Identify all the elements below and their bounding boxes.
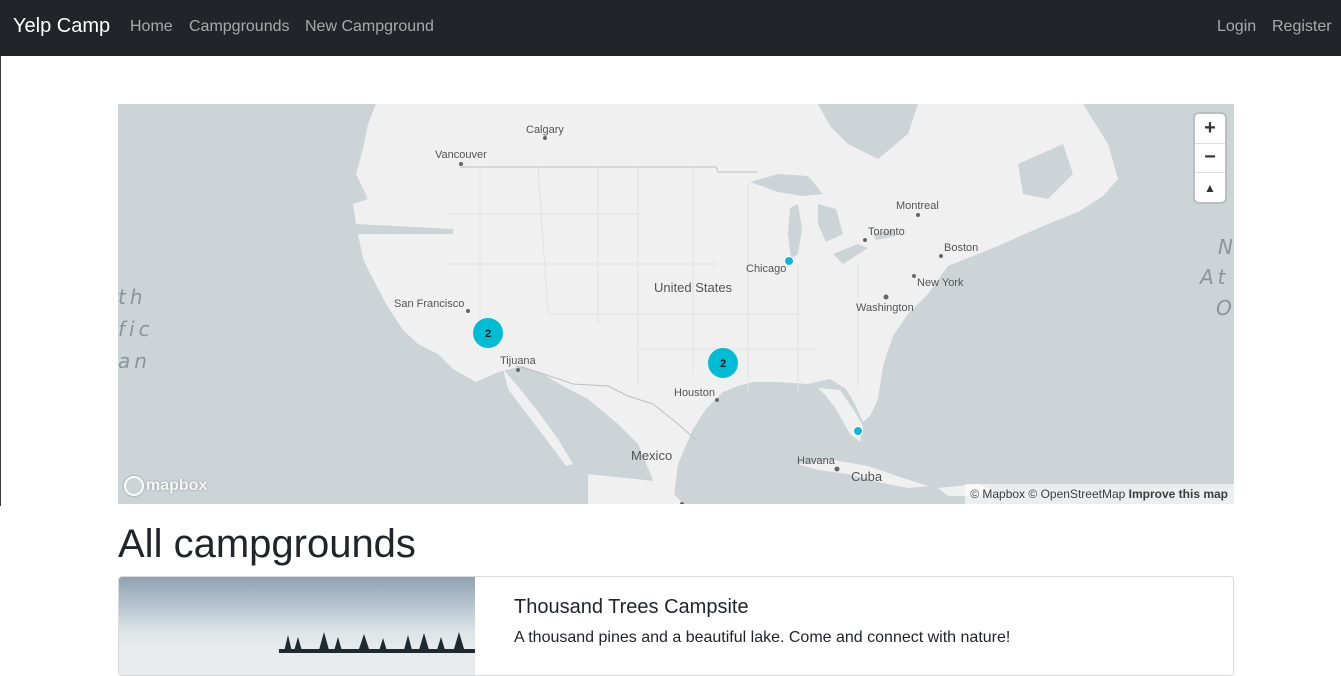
- zoom-out-button[interactable]: −: [1195, 143, 1225, 172]
- campground-marker[interactable]: [853, 426, 863, 436]
- map-label-ocean-3: an: [118, 349, 151, 373]
- campground-image: [119, 577, 475, 675]
- zoom-in-button[interactable]: +: [1195, 114, 1225, 143]
- map-label-cuba: Cuba: [851, 469, 883, 484]
- map-label-vancouver: Vancouver: [435, 149, 487, 161]
- nav-link-home[interactable]: Home: [130, 18, 173, 36]
- nav-link-login[interactable]: Login: [1217, 18, 1256, 36]
- map-label-houston: Houston: [674, 387, 715, 399]
- map-label-calgary: Calgary: [526, 124, 564, 136]
- map-label-montreal: Montreal: [896, 200, 939, 212]
- map-label-ocean-6: O: [1216, 296, 1234, 320]
- map-label-united-states: United States: [654, 280, 733, 295]
- mapbox-logo[interactable]: mapbox: [124, 476, 207, 496]
- campground-marker[interactable]: [784, 256, 794, 266]
- map-label-boston: Boston: [944, 242, 978, 254]
- north-america-land: [353, 104, 1118, 504]
- brand-link[interactable]: Yelp Camp: [13, 15, 110, 38]
- cluster-count: 2: [720, 358, 726, 370]
- improve-map-link[interactable]: Improve this map: [1129, 487, 1228, 501]
- map-label-toronto: Toronto: [868, 226, 905, 238]
- nav-link-register[interactable]: Register: [1272, 18, 1332, 36]
- mapbox-logo-text: mapbox: [146, 477, 208, 494]
- mapbox-logo-icon: [124, 476, 144, 496]
- nav-link-new-campground[interactable]: New Campground: [305, 18, 434, 36]
- map-label-ocean-1: th: [118, 285, 147, 309]
- map-label-ocean-5: At: [1198, 265, 1230, 289]
- cluster-map[interactable]: Calgary Vancouver Montreal Toronto Bosto…: [118, 104, 1234, 504]
- tree-silhouette: [279, 632, 475, 653]
- compass-icon[interactable]: ▲: [1195, 173, 1225, 202]
- campground-card: Thousand Trees Campsite A thousand pines…: [118, 576, 1234, 676]
- navbar: Yelp Camp Home Campgrounds New Campgroun…: [0, 0, 1341, 56]
- map-label-tijuana: Tijuana: [500, 355, 537, 367]
- nav-link-campgrounds[interactable]: Campgrounds: [189, 18, 290, 36]
- map-label-mexico: Mexico: [631, 448, 672, 463]
- map-label-havana: Havana: [797, 455, 836, 467]
- map-label-chicago: Chicago: [746, 263, 786, 275]
- cluster-count: 2: [485, 328, 491, 340]
- campground-title: Thousand Trees Campsite: [514, 596, 749, 618]
- map-label-new-york: New York: [917, 277, 964, 289]
- map-label-washington: Washington: [856, 302, 914, 314]
- page-edge: [0, 56, 1, 506]
- attribution-osm-link[interactable]: © OpenStreetMap: [1028, 487, 1125, 501]
- page-title: All campgrounds: [118, 522, 416, 566]
- map-attribution: © Mapbox © OpenStreetMap Improve this ma…: [965, 484, 1234, 504]
- attribution-mapbox-link[interactable]: © Mapbox: [970, 487, 1025, 501]
- campground-description: A thousand pines and a beautiful lake. C…: [514, 629, 1011, 646]
- navigation-control: + − ▲: [1195, 114, 1225, 202]
- map-label-san-francisco: San Francisco: [394, 298, 464, 310]
- map-label-ocean-2: fic: [118, 317, 154, 341]
- map-label-ocean-4: N: [1218, 235, 1234, 259]
- map-canvas[interactable]: Calgary Vancouver Montreal Toronto Bosto…: [118, 104, 1234, 504]
